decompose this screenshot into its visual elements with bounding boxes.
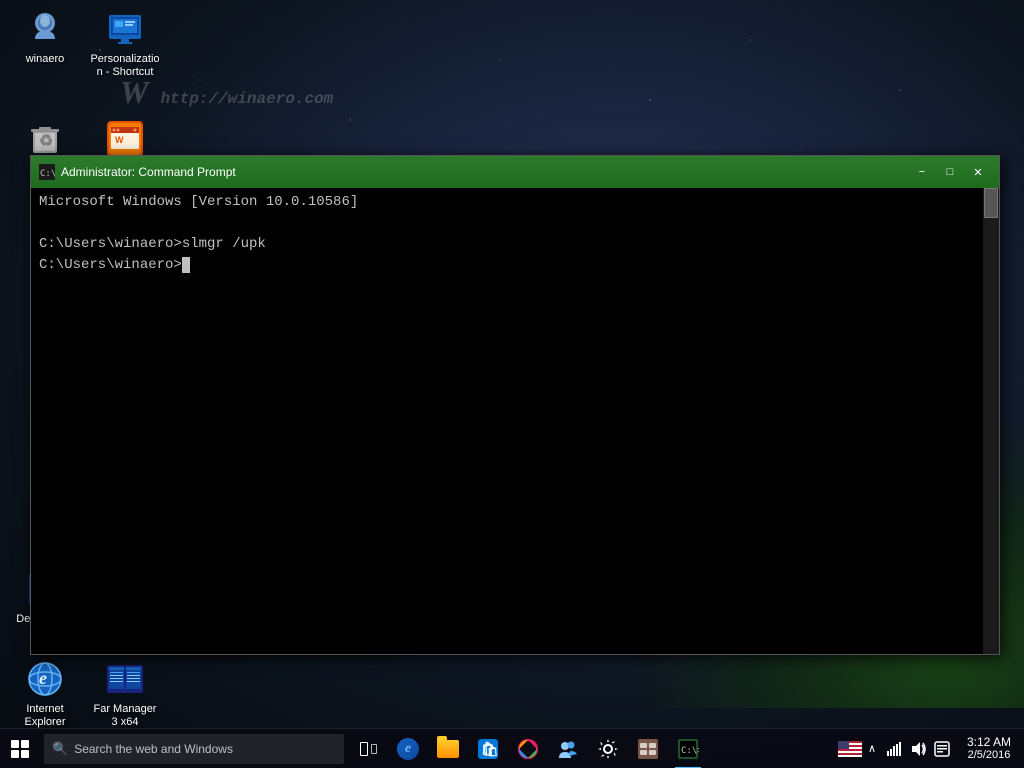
close-button[interactable]: ✕ [965,162,991,182]
taskbar-app-pinwheel[interactable] [508,729,548,768]
recycle-icon: ♻ [25,119,65,159]
system-tray: ∧ [838,729,1024,768]
svg-text:e: e [39,668,47,688]
taskbar-app-people[interactable] [548,729,588,768]
search-bar[interactable]: 🔍 Search the web and Windows [44,734,344,764]
desktop: winaero Personalization - Shortcut [0,0,1024,768]
network-tray-icon[interactable] [882,729,906,768]
svg-text:🛍: 🛍 [481,741,499,757]
desktop-icon-personalization[interactable]: Personalization - Shortcut [85,5,165,83]
volume-icon [910,741,926,757]
minimize-button[interactable]: − [909,162,935,182]
search-placeholder: Search the web and Windows [74,742,233,756]
cmd-scrollbar[interactable] [983,188,999,654]
taskbar-settings-icon [597,738,619,760]
cmd-app-icon: C:\ [39,164,55,180]
win-logo-bl [11,750,19,758]
personalization-label: Personalization - Shortcut [89,53,161,79]
tray-expand-arrow[interactable]: ∧ [862,729,882,768]
task-view-rect1 [360,742,368,756]
ie-desk-icon: e [25,659,65,699]
taskbar-people-icon [557,738,579,760]
clock[interactable]: 3:12 AM 2/5/2016 [954,729,1024,768]
clock-time: 3:12 AM [967,735,1011,749]
cmd-title: Administrator: Command Prompt [61,165,909,179]
volume-tray-icon[interactable] [906,729,930,768]
network-icon [886,741,902,757]
task-view-icon [360,742,377,756]
taskbar-app-extra[interactable] [628,729,668,768]
cmd-output: Microsoft Windows [Version 10.0.10586] C… [39,192,991,276]
maximize-button[interactable]: □ [937,162,963,182]
taskbar-extra-icon [637,738,659,760]
svg-text:C:\>: C:\> [681,746,699,756]
search-icon: 🔍 [52,741,68,757]
win-logo-br [21,750,29,758]
taskbar-store-icon: 🛍 [477,738,499,760]
start-button[interactable] [0,729,40,768]
cmd-window-controls: − □ ✕ [909,162,991,182]
cmd-titlebar: C:\ Administrator: Command Prompt − □ ✕ [31,156,999,188]
cmd-body: Microsoft Windows [Version 10.0.10586] C… [31,188,999,654]
taskbar-explorer[interactable] [428,729,468,768]
task-view-button[interactable] [348,729,388,768]
taskbar-ie[interactable]: e [388,729,428,768]
notification-icon [934,741,950,757]
win-logo-tl [11,740,19,748]
svg-text:W: W [115,135,124,145]
taskbar-settings[interactable] [588,729,628,768]
farmanager-icon [105,659,145,699]
taskbar-pinwheel-icon [517,738,539,760]
winaero-label: winaero [26,53,65,66]
taskbar-store[interactable]: 🛍 [468,729,508,768]
taskbar: 🔍 Search the web and Windows e 🛍 [0,728,1024,768]
taskbar-ie-icon: e [397,738,419,760]
tweaker-icon: W [105,119,145,159]
notification-tray-icon[interactable] [930,729,954,768]
desktop-icon-farmanager[interactable]: Far Manager 3 x64 [85,655,165,733]
svg-text:♻: ♻ [39,133,53,150]
language-flag [838,741,862,757]
windows-logo [11,740,29,758]
desktop-icon-winaero[interactable]: winaero [5,5,85,70]
winaero-icon [25,9,65,49]
ie-desk-label: Internet Explorer [9,703,81,729]
task-view-rect2 [371,744,377,754]
desktop-icon-ie[interactable]: e Internet Explorer [5,655,85,733]
win-logo-tr [21,740,29,748]
clock-date: 2/5/2016 [968,749,1011,762]
taskbar-cmd[interactable]: C:\> [668,729,708,768]
expand-icon: ∧ [868,742,876,755]
language-icon[interactable] [838,729,862,768]
taskbar-explorer-icon [437,740,459,758]
cmd-window[interactable]: C:\ Administrator: Command Prompt − □ ✕ … [30,155,1000,655]
personalization-icon [105,9,145,49]
farmanager-label: Far Manager 3 x64 [89,703,161,729]
svg-text:C:\: C:\ [40,169,55,179]
taskbar-cmd-icon: C:\> [677,738,699,760]
cmd-scrollbar-thumb[interactable] [984,188,998,218]
